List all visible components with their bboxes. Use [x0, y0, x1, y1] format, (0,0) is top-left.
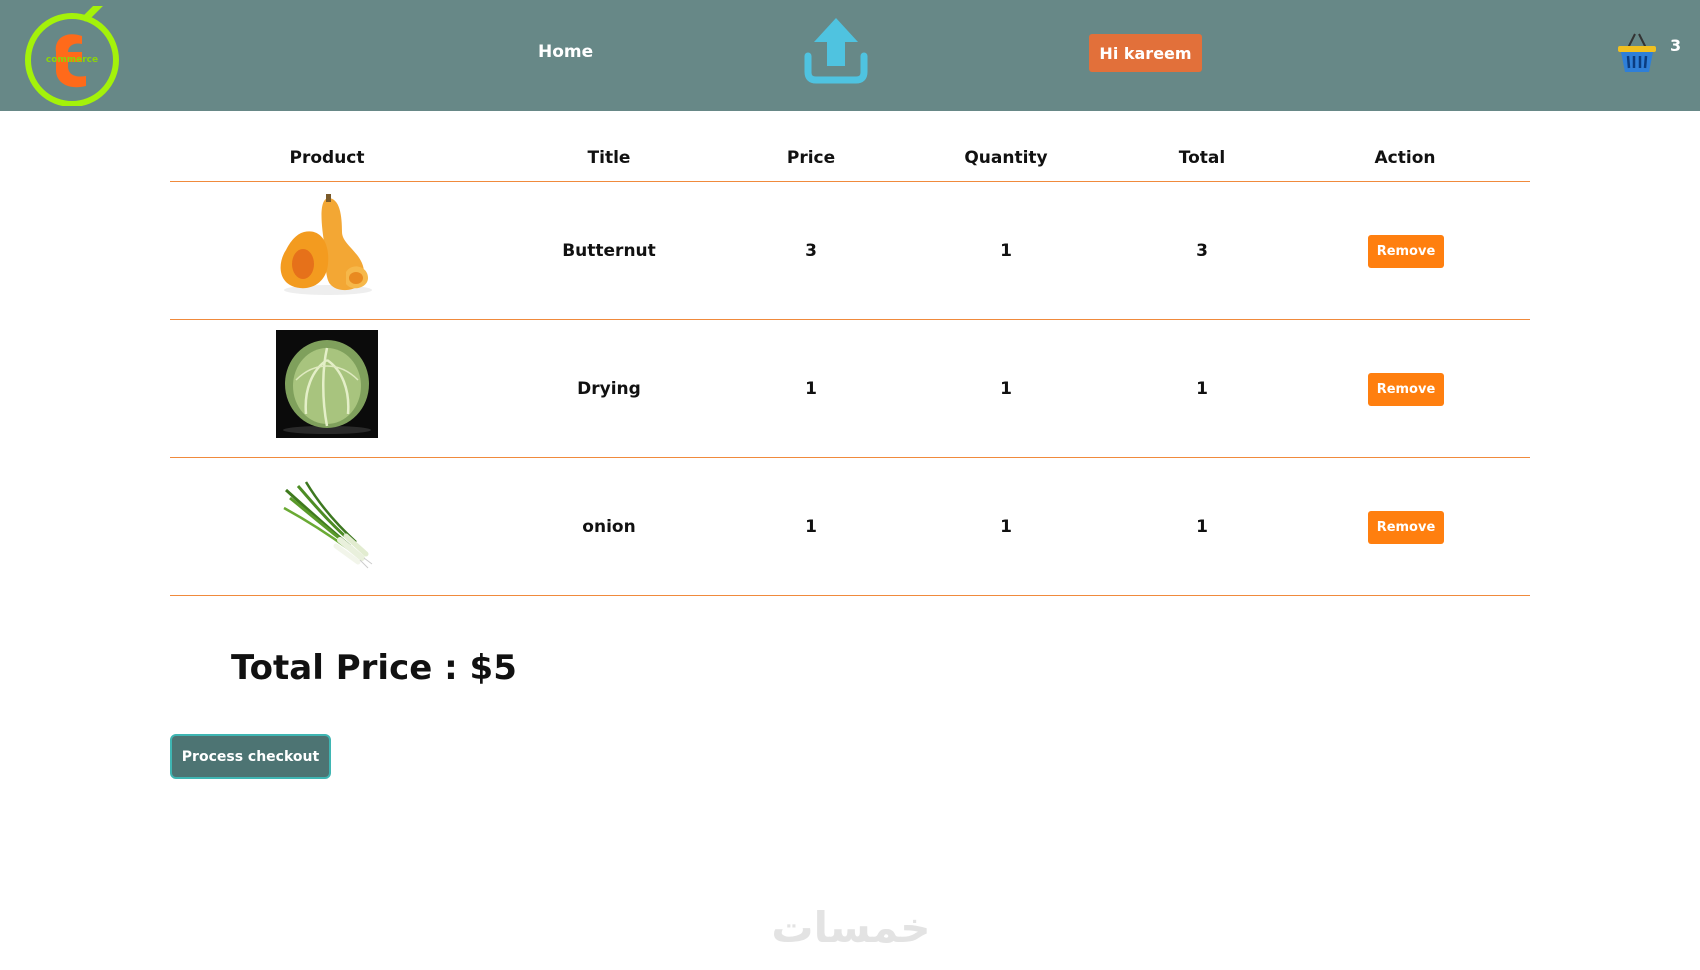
cart-button[interactable]: 3 — [1616, 28, 1686, 78]
column-header-product: Product — [289, 148, 365, 168]
product-total: 3 — [1196, 241, 1208, 261]
product-quantity: 1 — [1000, 517, 1012, 537]
table-row: Butternut 3 1 3 Remove — [170, 182, 1530, 320]
product-total: 1 — [1196, 517, 1208, 537]
column-header-action: Action — [1374, 148, 1436, 168]
product-quantity: 1 — [1000, 241, 1012, 261]
butternut-squash-image — [280, 194, 372, 295]
svg-text:خمسات: خمسات — [771, 903, 930, 952]
total-price: Total Price : $5 — [231, 648, 517, 688]
product-price: 3 — [805, 241, 817, 261]
cart-count-badge: 3 — [1670, 36, 1682, 55]
svg-text:commerce: commerce — [46, 55, 98, 65]
product-quantity: 1 — [1000, 379, 1012, 399]
basket-icon — [1618, 33, 1656, 72]
product-title: Butternut — [562, 241, 656, 261]
khamsat-watermark-logo: خمسات — [771, 903, 930, 952]
cart-table: Product Title Price Quantity Total Actio… — [170, 138, 1530, 596]
product-price: 1 — [805, 517, 817, 537]
product-price: 1 — [805, 379, 817, 399]
user-greeting-button[interactable]: Hi kareem — [1089, 34, 1202, 72]
remove-button[interactable]: Remove — [1368, 511, 1444, 544]
green-onion-image — [283, 481, 373, 569]
upload-icon[interactable] — [800, 16, 872, 86]
process-checkout-button[interactable]: Process checkout — [170, 734, 331, 779]
cabbage-image — [276, 330, 378, 438]
product-title: Drying — [577, 379, 641, 399]
column-header-total: Total — [1178, 148, 1226, 168]
table-row: onion 1 1 1 Remove — [170, 458, 1530, 596]
nav-home-link[interactable]: Home — [538, 42, 593, 62]
navbar: commerce Home Hi kareem 3 — [0, 0, 1700, 111]
table-header: Product Title Price Quantity Total Actio… — [170, 138, 1530, 182]
product-total: 1 — [1196, 379, 1208, 399]
column-header-quantity: Quantity — [964, 148, 1048, 168]
commerce-logo[interactable]: commerce — [24, 6, 120, 106]
column-header-title: Title — [587, 148, 631, 168]
product-title: onion — [582, 517, 636, 537]
remove-button[interactable]: Remove — [1368, 373, 1444, 406]
table-row: Drying 1 1 1 Remove — [170, 320, 1530, 458]
column-header-price: Price — [786, 148, 836, 168]
remove-button[interactable]: Remove — [1368, 235, 1444, 268]
